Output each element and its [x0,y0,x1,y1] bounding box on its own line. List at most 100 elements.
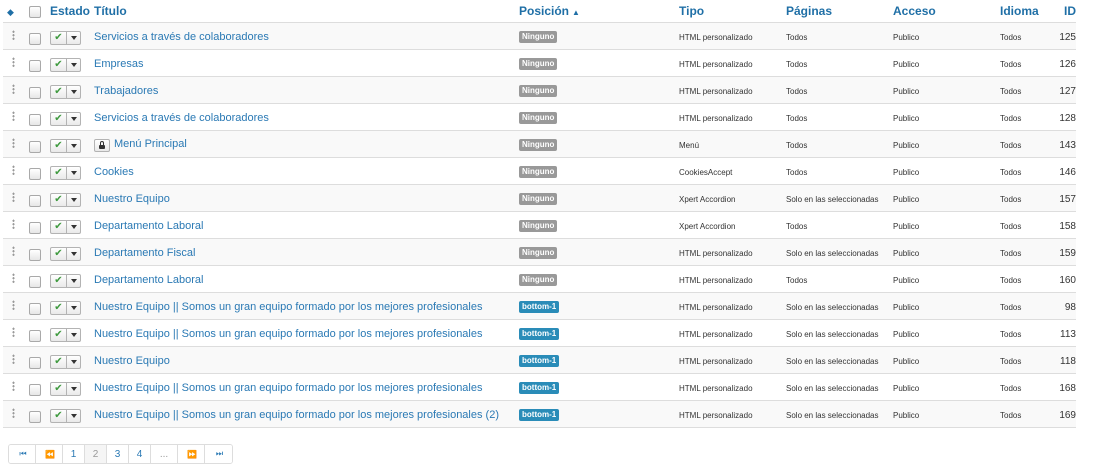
row-checkbox[interactable] [29,141,41,153]
header-titulo[interactable]: Título [94,0,519,23]
header-acceso[interactable]: Acceso [893,0,1000,23]
publish-toggle-button[interactable]: ✔ [50,409,67,423]
header-id[interactable]: ID [1053,0,1076,23]
row-checkbox[interactable] [29,195,41,207]
row-checkbox[interactable] [29,60,41,72]
publish-toggle-button[interactable]: ✔ [50,274,67,288]
publish-toggle-button[interactable]: ✔ [50,166,67,180]
actions-dropdown-button[interactable] [67,166,81,180]
module-title-link[interactable]: Menú Principal [114,138,187,150]
header-posicion[interactable]: Posición ▲ [519,0,679,23]
actions-dropdown-button[interactable] [67,355,81,369]
actions-dropdown-button[interactable] [67,220,81,234]
drag-handle[interactable] [3,103,23,131]
publish-toggle-button[interactable]: ✔ [50,382,67,396]
previous-page-button[interactable]: ⏪ [36,445,63,463]
drag-handle-icon[interactable] [11,165,15,175]
actions-dropdown-button[interactable] [67,31,81,45]
next-page-button[interactable]: ⏩ [178,445,205,463]
drag-handle-icon[interactable] [11,30,15,40]
drag-handle-icon[interactable] [11,57,15,67]
drag-handle-icon[interactable] [11,408,15,418]
publish-toggle-button[interactable]: ✔ [50,355,67,369]
publish-toggle-button[interactable]: ✔ [50,301,67,315]
drag-handle-icon[interactable] [11,192,15,202]
module-title-link[interactable]: Nuestro Equipo || Somos un gran equipo f… [94,328,483,340]
actions-dropdown-button[interactable] [67,112,81,126]
row-checkbox[interactable] [29,222,41,234]
drag-handle-icon[interactable] [11,111,15,121]
row-checkbox[interactable] [29,249,41,261]
drag-handle-icon[interactable] [11,84,15,94]
select-all-checkbox[interactable] [29,5,41,18]
drag-handle[interactable] [3,319,23,347]
drag-handle[interactable] [3,76,23,104]
drag-handle-icon[interactable] [11,246,15,256]
module-title-link[interactable]: Departamento Laboral [94,274,203,286]
row-checkbox[interactable] [29,168,41,180]
sort-icon[interactable]: ◆ [7,8,14,17]
publish-toggle-button[interactable]: ✔ [50,58,67,72]
actions-dropdown-button[interactable] [67,274,81,288]
drag-handle-icon[interactable] [11,381,15,391]
publish-toggle-button[interactable]: ✔ [50,112,67,126]
publish-toggle-button[interactable]: ✔ [50,193,67,207]
actions-dropdown-button[interactable] [67,58,81,72]
publish-toggle-button[interactable]: ✔ [50,220,67,234]
ordering-header[interactable]: ◆ [3,0,23,23]
row-checkbox[interactable] [29,411,41,423]
module-title-link[interactable]: Nuestro Equipo || Somos un gran equipo f… [94,409,499,421]
header-estado[interactable]: Estado [50,0,94,23]
actions-dropdown-button[interactable] [67,382,81,396]
last-page-button[interactable]: ⏭ [205,445,232,463]
drag-handle[interactable] [3,373,23,401]
drag-handle[interactable] [3,400,23,428]
header-tipo[interactable]: Tipo [679,0,786,23]
module-title-link[interactable]: Servicios a través de colaboradores [94,31,269,43]
page-button-3[interactable]: 3 [107,445,129,463]
publish-toggle-button[interactable]: ✔ [50,328,67,342]
drag-handle[interactable] [3,49,23,77]
module-title-link[interactable]: Trabajadores [94,85,158,97]
actions-dropdown-button[interactable] [67,193,81,207]
publish-toggle-button[interactable]: ✔ [50,247,67,261]
drag-handle-icon[interactable] [11,327,15,337]
module-title-link[interactable]: Servicios a través de colaboradores [94,112,269,124]
row-checkbox[interactable] [29,357,41,369]
actions-dropdown-button[interactable] [67,409,81,423]
row-checkbox[interactable] [29,276,41,288]
row-checkbox[interactable] [29,303,41,315]
actions-dropdown-button[interactable] [67,85,81,99]
drag-handle[interactable] [3,265,23,293]
row-checkbox[interactable] [29,114,41,126]
drag-handle[interactable] [3,184,23,212]
row-checkbox[interactable] [29,384,41,396]
row-checkbox[interactable] [29,33,41,45]
drag-handle[interactable] [3,157,23,185]
drag-handle[interactable] [3,22,23,50]
publish-toggle-button[interactable]: ✔ [50,139,67,153]
drag-handle-icon[interactable] [11,273,15,283]
page-button-1[interactable]: 1 [63,445,85,463]
header-idioma[interactable]: Idioma [1000,0,1053,23]
first-page-button[interactable]: ⏮ [9,445,36,463]
module-title-link[interactable]: Nuestro Equipo || Somos un gran equipo f… [94,382,483,394]
drag-handle-icon[interactable] [11,300,15,310]
drag-handle[interactable] [3,292,23,320]
module-title-link[interactable]: Empresas [94,58,144,70]
module-title-link[interactable]: Departamento Laboral [94,220,203,232]
drag-handle[interactable] [3,238,23,266]
drag-handle[interactable] [3,130,23,158]
lock-icon[interactable] [94,139,110,152]
header-paginas[interactable]: Páginas [786,0,893,23]
module-title-link[interactable]: Nuestro Equipo [94,193,170,205]
module-title-link[interactable]: Departamento Fiscal [94,247,196,259]
module-title-link[interactable]: Cookies [94,166,134,178]
publish-toggle-button[interactable]: ✔ [50,85,67,99]
drag-handle[interactable] [3,346,23,374]
module-title-link[interactable]: Nuestro Equipo || Somos un gran equipo f… [94,301,483,313]
drag-handle[interactable] [3,211,23,239]
drag-handle-icon[interactable] [11,138,15,148]
actions-dropdown-button[interactable] [67,139,81,153]
row-checkbox[interactable] [29,87,41,99]
